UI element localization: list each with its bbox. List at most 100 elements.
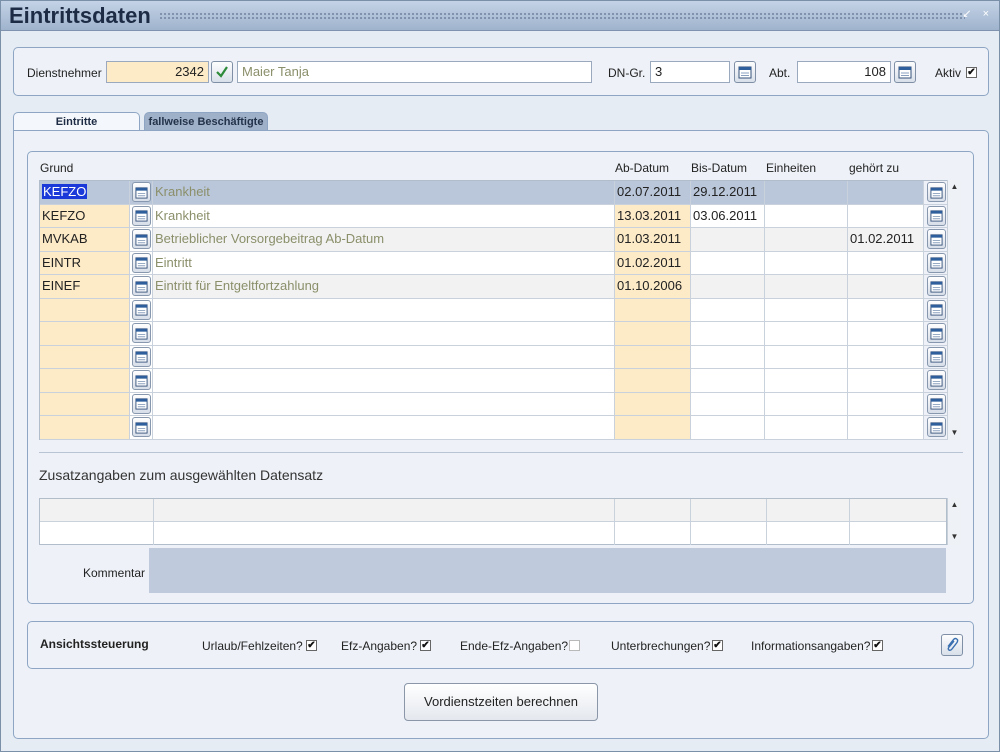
grund-lookup-button[interactable]	[132, 205, 151, 226]
cell-ab-datum[interactable]: 02.07.2011	[615, 181, 691, 204]
row-detail-button[interactable]	[926, 417, 946, 438]
cell-bis-datum[interactable]: 03.06.2011	[691, 204, 765, 227]
row-detail-button[interactable]	[926, 276, 946, 297]
row-detail-button[interactable]	[926, 182, 946, 203]
details-cell[interactable]	[40, 522, 154, 545]
cell-bis-datum[interactable]	[691, 275, 765, 298]
cell-description[interactable]: Krankheit	[153, 204, 615, 227]
cell-grund-code[interactable]	[40, 345, 130, 368]
row-detail-button[interactable]	[926, 299, 946, 320]
cell-ab-datum[interactable]	[615, 416, 691, 439]
grund-lookup-button[interactable]	[132, 323, 151, 343]
details-cell[interactable]	[154, 522, 615, 545]
row-detail-button[interactable]	[926, 205, 946, 226]
table-row[interactable]	[40, 322, 924, 346]
cell-grund-code[interactable]	[40, 322, 130, 345]
cell-grund-code[interactable]	[40, 416, 130, 439]
table-row[interactable]: KEFZO Krankheit 02.07.2011 29.12.2011	[40, 181, 924, 205]
cell-grund-code[interactable]: MVKAB	[40, 228, 130, 251]
cell-einheiten[interactable]	[765, 345, 848, 368]
cell-ab-datum[interactable]	[615, 298, 691, 321]
table-row[interactable]	[40, 298, 924, 322]
grund-lookup-button[interactable]	[132, 299, 151, 320]
scroll-up-arrow[interactable]: ▲	[950, 182, 959, 191]
dngr-lookup-button[interactable]	[734, 61, 756, 83]
details-cell[interactable]	[615, 522, 691, 545]
details-cell[interactable]	[767, 522, 850, 545]
cell-einheiten[interactable]	[765, 392, 848, 415]
option-informationsangaben-checkbox[interactable]: ✔	[872, 640, 883, 651]
cell-bis-datum[interactable]	[691, 322, 765, 345]
cell-description[interactable]	[153, 322, 615, 345]
row-detail-button[interactable]	[926, 323, 946, 344]
cell-einheiten[interactable]	[765, 369, 848, 392]
cell-grund-code[interactable]: KEFZO	[40, 181, 130, 204]
window-controls[interactable]: ↙ ×	[962, 7, 993, 20]
grund-lookup-button[interactable]	[132, 393, 151, 414]
table-row[interactable]: MVKAB Betrieblicher Vorsorgebeitrag Ab-Da…	[40, 228, 924, 252]
cell-gehoert-zu[interactable]: 01.02.2011	[848, 228, 924, 251]
grund-lookup-button[interactable]	[132, 370, 151, 390]
table-row[interactable]	[40, 416, 924, 440]
cell-description[interactable]	[153, 369, 615, 392]
row-detail-button[interactable]	[926, 346, 946, 367]
table-row[interactable]: EINTR Eintritt 01.02.2011	[40, 251, 924, 275]
grund-lookup-button[interactable]	[132, 229, 151, 249]
scroll-down-arrow[interactable]: ▼	[950, 428, 959, 437]
cell-grund-code[interactable]: EINEF	[40, 275, 130, 298]
cell-ab-datum[interactable]	[615, 392, 691, 415]
cell-einheiten[interactable]	[765, 181, 848, 204]
grund-lookup-button[interactable]	[132, 276, 151, 296]
option-unterbrechungen-checkbox[interactable]: ✔	[712, 640, 723, 651]
table-row[interactable]: EINEF Eintritt für Entgeltfortzahlung 01.1…	[40, 275, 924, 299]
cell-ab-datum[interactable]	[615, 369, 691, 392]
grund-lookup-button[interactable]	[132, 252, 151, 273]
cell-gehoert-zu[interactable]	[848, 275, 924, 298]
dngr-field[interactable]: 3	[650, 61, 730, 83]
cell-ab-datum[interactable]: 01.10.2006	[615, 275, 691, 298]
cell-description[interactable]	[153, 416, 615, 439]
cell-description[interactable]	[153, 298, 615, 321]
details-scrollbar[interactable]: ▲ ▼	[947, 498, 961, 545]
cell-einheiten[interactable]	[765, 275, 848, 298]
cell-bis-datum[interactable]	[691, 416, 765, 439]
cell-einheiten[interactable]	[765, 251, 848, 274]
table-row[interactable]	[40, 369, 924, 393]
tab-fallweise-beschaeftigte[interactable]: fallweise Beschäftigte	[144, 112, 268, 132]
table-row[interactable]	[40, 345, 924, 369]
cell-einheiten[interactable]	[765, 322, 848, 345]
scroll-down-arrow[interactable]: ▼	[950, 532, 959, 541]
abt-field[interactable]: 108	[797, 61, 891, 83]
entries-scrollbar[interactable]: ▲ ▼	[947, 180, 961, 440]
row-detail-button[interactable]	[926, 370, 946, 391]
details-cell[interactable]	[850, 522, 946, 545]
validate-button[interactable]	[211, 61, 233, 83]
cell-gehoert-zu[interactable]	[848, 392, 924, 415]
option-ende-efz-checkbox[interactable]	[569, 640, 580, 651]
employee-name-field[interactable]: Maier Tanja	[237, 61, 592, 83]
cell-bis-datum[interactable]	[691, 345, 765, 368]
cell-gehoert-zu[interactable]	[848, 416, 924, 439]
cell-grund-code[interactable]: EINTR	[40, 251, 130, 274]
table-row[interactable]: KEFZO Krankheit 13.03.2011 03.06.2011	[40, 204, 924, 228]
cell-description[interactable]: Eintritt	[153, 251, 615, 274]
cell-grund-code[interactable]: KEFZO	[40, 204, 130, 227]
cell-gehoert-zu[interactable]	[848, 181, 924, 204]
attachment-button[interactable]	[941, 634, 963, 656]
row-detail-button[interactable]	[926, 252, 946, 273]
cell-bis-datum[interactable]	[691, 298, 765, 321]
cell-gehoert-zu[interactable]	[848, 204, 924, 227]
option-urlaub-checkbox[interactable]: ✔	[306, 640, 317, 651]
grund-lookup-button[interactable]	[132, 182, 151, 202]
cell-description[interactable]: Betrieblicher Vorsorgebeitrag Ab-Datum	[153, 228, 615, 251]
cell-ab-datum[interactable]	[615, 345, 691, 368]
cell-grund-code[interactable]	[40, 392, 130, 415]
cell-einheiten[interactable]	[765, 204, 848, 227]
cell-gehoert-zu[interactable]	[848, 322, 924, 345]
table-row[interactable]	[40, 392, 924, 416]
row-detail-button[interactable]	[926, 393, 946, 414]
comment-field[interactable]	[149, 548, 946, 593]
cell-einheiten[interactable]	[765, 416, 848, 439]
details-cell[interactable]	[691, 522, 767, 545]
details-data-row[interactable]	[40, 522, 946, 545]
